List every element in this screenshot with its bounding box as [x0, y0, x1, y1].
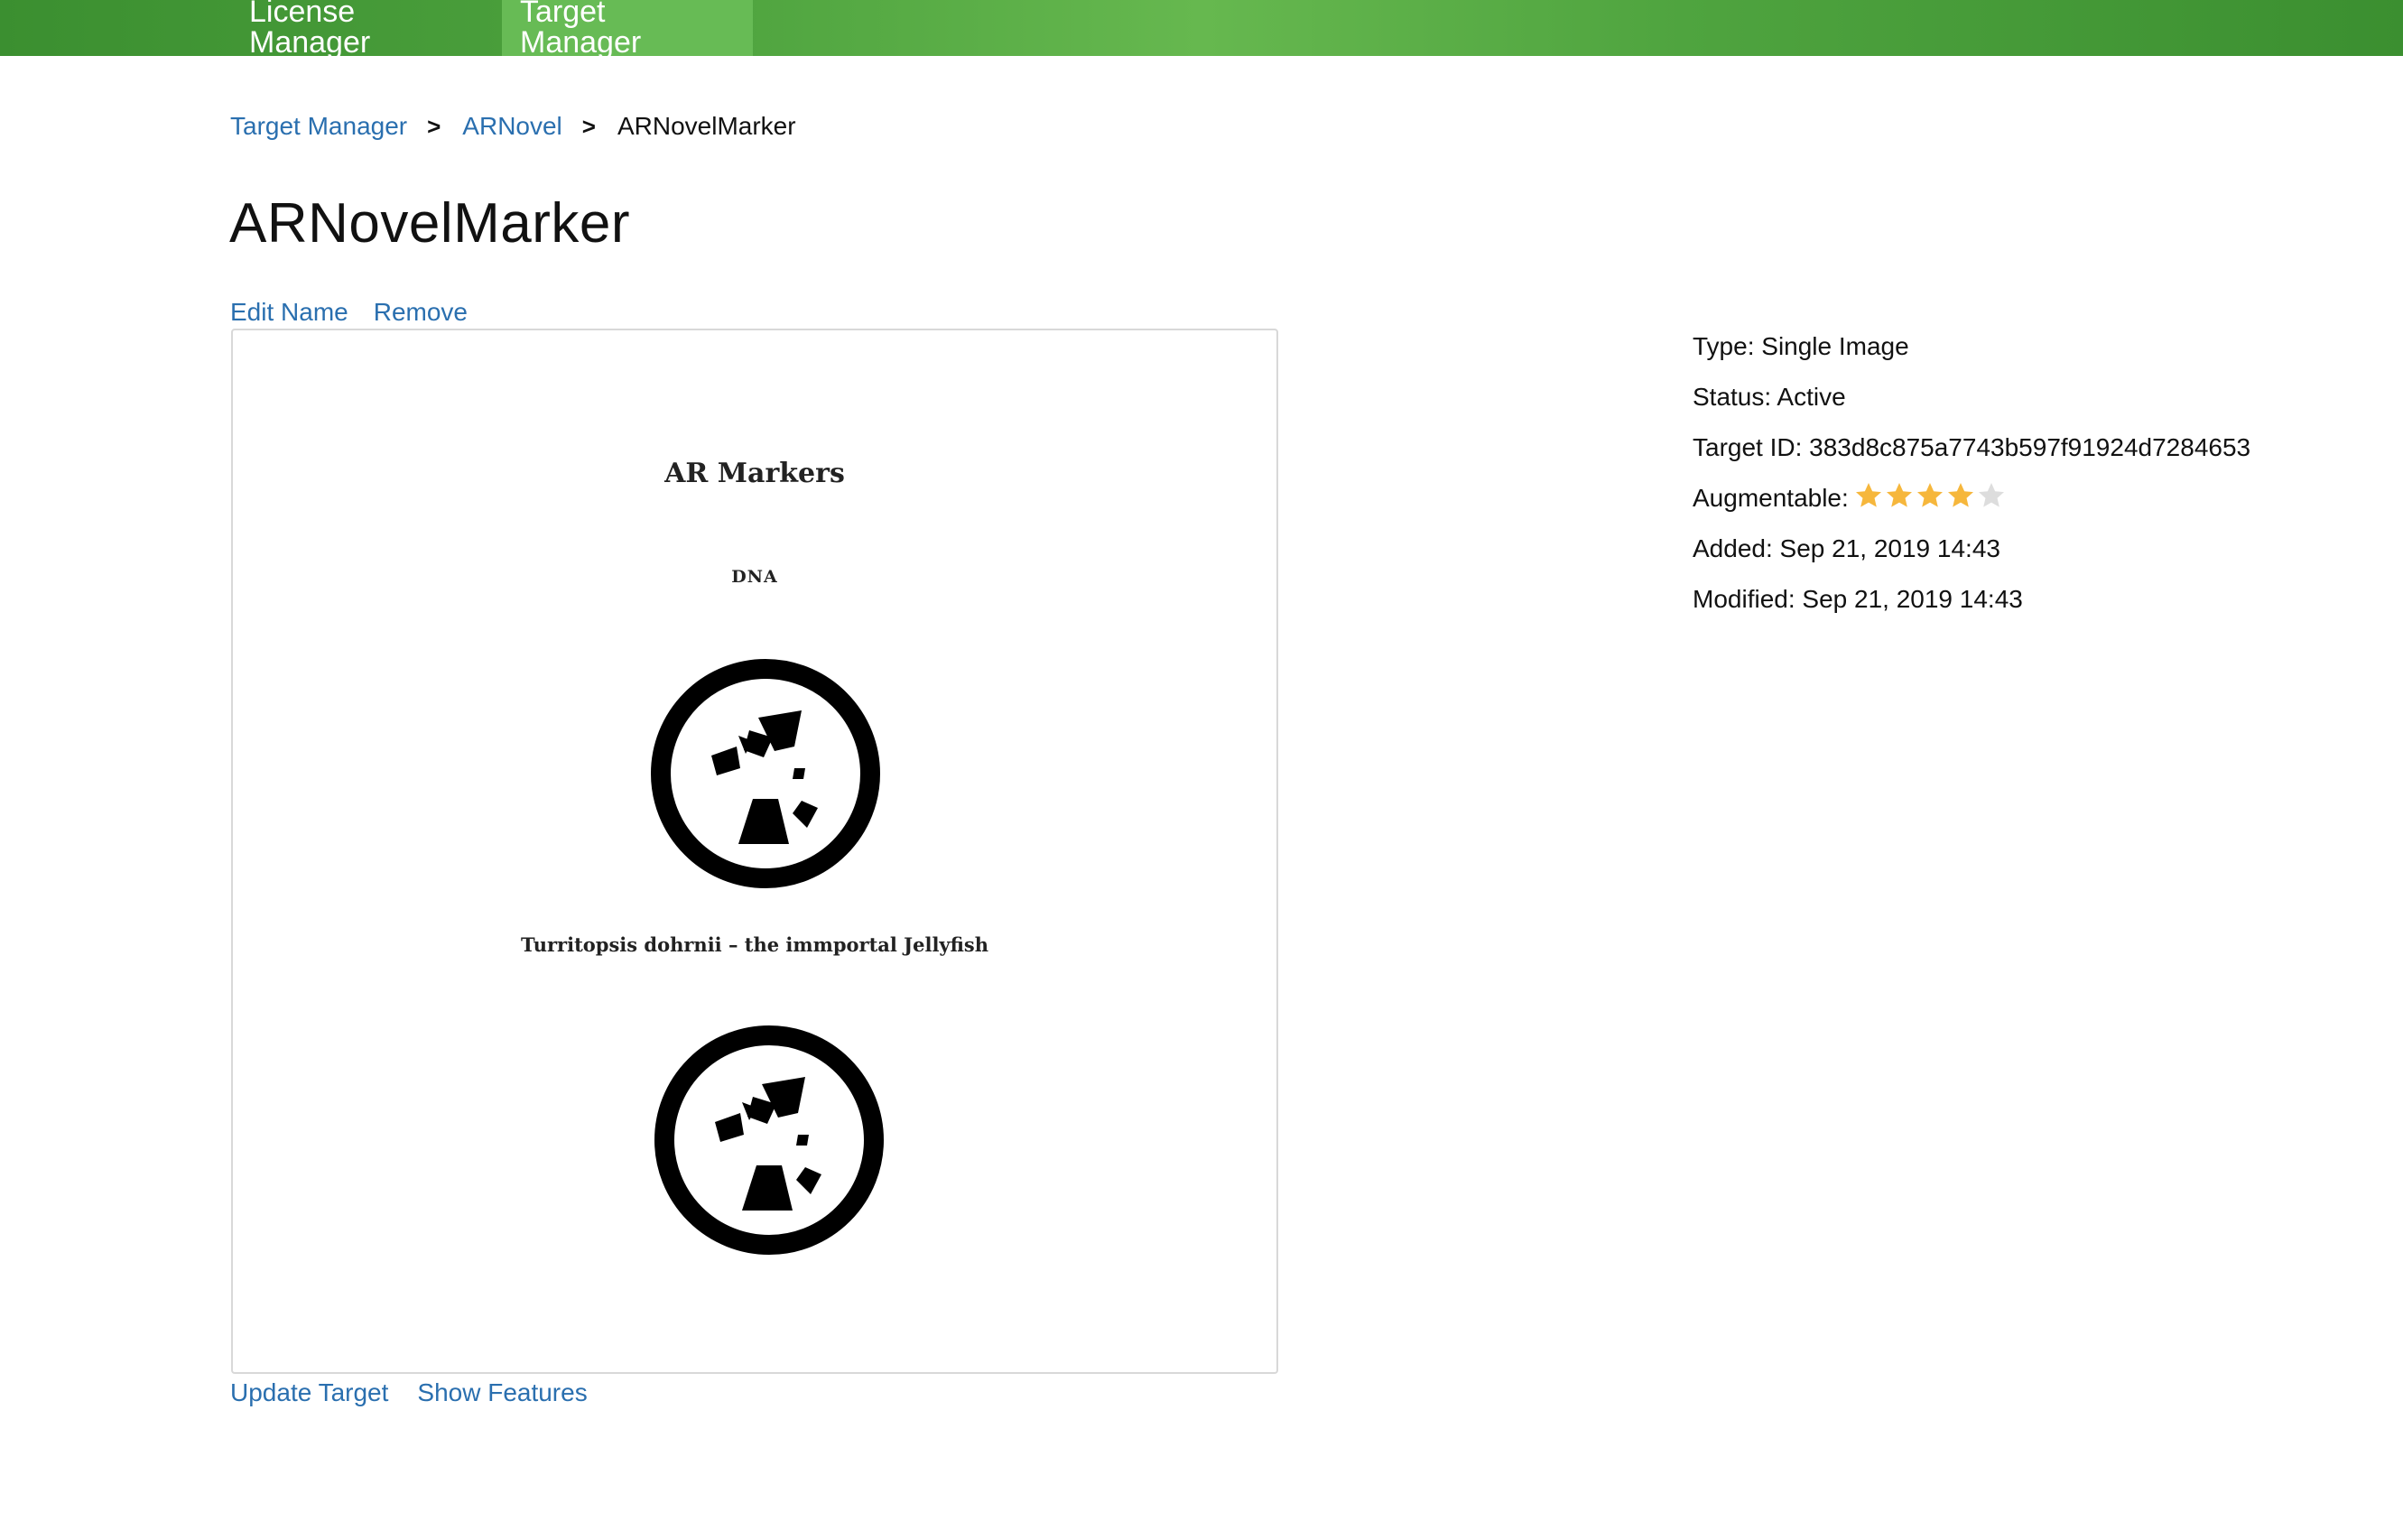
star-filled-icon [1886, 483, 1912, 507]
target-details: Type: Single Image Status: Active Target… [1693, 329, 2250, 632]
remove-link[interactable]: Remove [374, 298, 468, 326]
star-empty-icon [1978, 483, 2004, 507]
show-features-link[interactable]: Show Features [417, 1378, 587, 1406]
target-added-date: Added: Sep 21, 2019 14:43 [1693, 534, 2000, 562]
tab-license-manager[interactable]: License Manager [231, 0, 502, 58]
augmentable-star-rating [1854, 481, 2008, 520]
breadcrumb-arnovel-link[interactable]: ARNovel [462, 112, 561, 140]
tab-license-manager-label: License Manager [249, 0, 371, 60]
tab-target-manager-label: Target Manager [520, 0, 642, 60]
circular-fiducial-marker-icon [651, 659, 880, 888]
edit-name-link[interactable]: Edit Name [230, 298, 348, 326]
augmentable-rating-row: Augmentable: [1693, 480, 2250, 531]
target-actions: Edit Name Remove [230, 298, 493, 327]
star-filled-icon [1916, 483, 1943, 507]
augmentable-label: Augmentable: [1693, 484, 1849, 512]
page-title: ARNovelMarker [229, 192, 631, 255]
target-image-subheading: DNA [731, 567, 778, 587]
target-modified-date: Modified: Sep 21, 2019 14:43 [1693, 585, 2023, 613]
breadcrumb: Target Manager > ARNovel > ARNovelMarker [230, 112, 796, 141]
star-filled-icon [1855, 483, 1881, 507]
target-image-heading: AR Markers [664, 458, 845, 489]
breadcrumb-separator: > [427, 113, 441, 140]
circular-fiducial-marker-icon [654, 1025, 884, 1255]
target-type: Type: Single Image [1693, 332, 1909, 360]
update-target-link[interactable]: Update Target [230, 1378, 388, 1406]
target-image-caption: Turritopsis dohrnii – the immportal Jell… [521, 933, 988, 956]
breadcrumb-separator: > [581, 113, 596, 140]
star-filled-icon [1947, 483, 1973, 507]
breadcrumb-current: ARNovelMarker [617, 112, 796, 140]
target-image-preview: AR Markers DNA Turritopsis dohrnii – the… [231, 329, 1278, 1374]
target-status: Status: Active [1693, 383, 1846, 411]
tab-target-manager[interactable]: Target Manager [502, 0, 753, 58]
target-image-actions: Update Target Show Features [230, 1378, 617, 1407]
breadcrumb-target-manager-link[interactable]: Target Manager [230, 112, 407, 140]
top-navigation-bar: License Manager Target Manager [0, 0, 2403, 58]
target-id: Target ID: 383d8c875a7743b597f91924d7284… [1693, 433, 2251, 461]
